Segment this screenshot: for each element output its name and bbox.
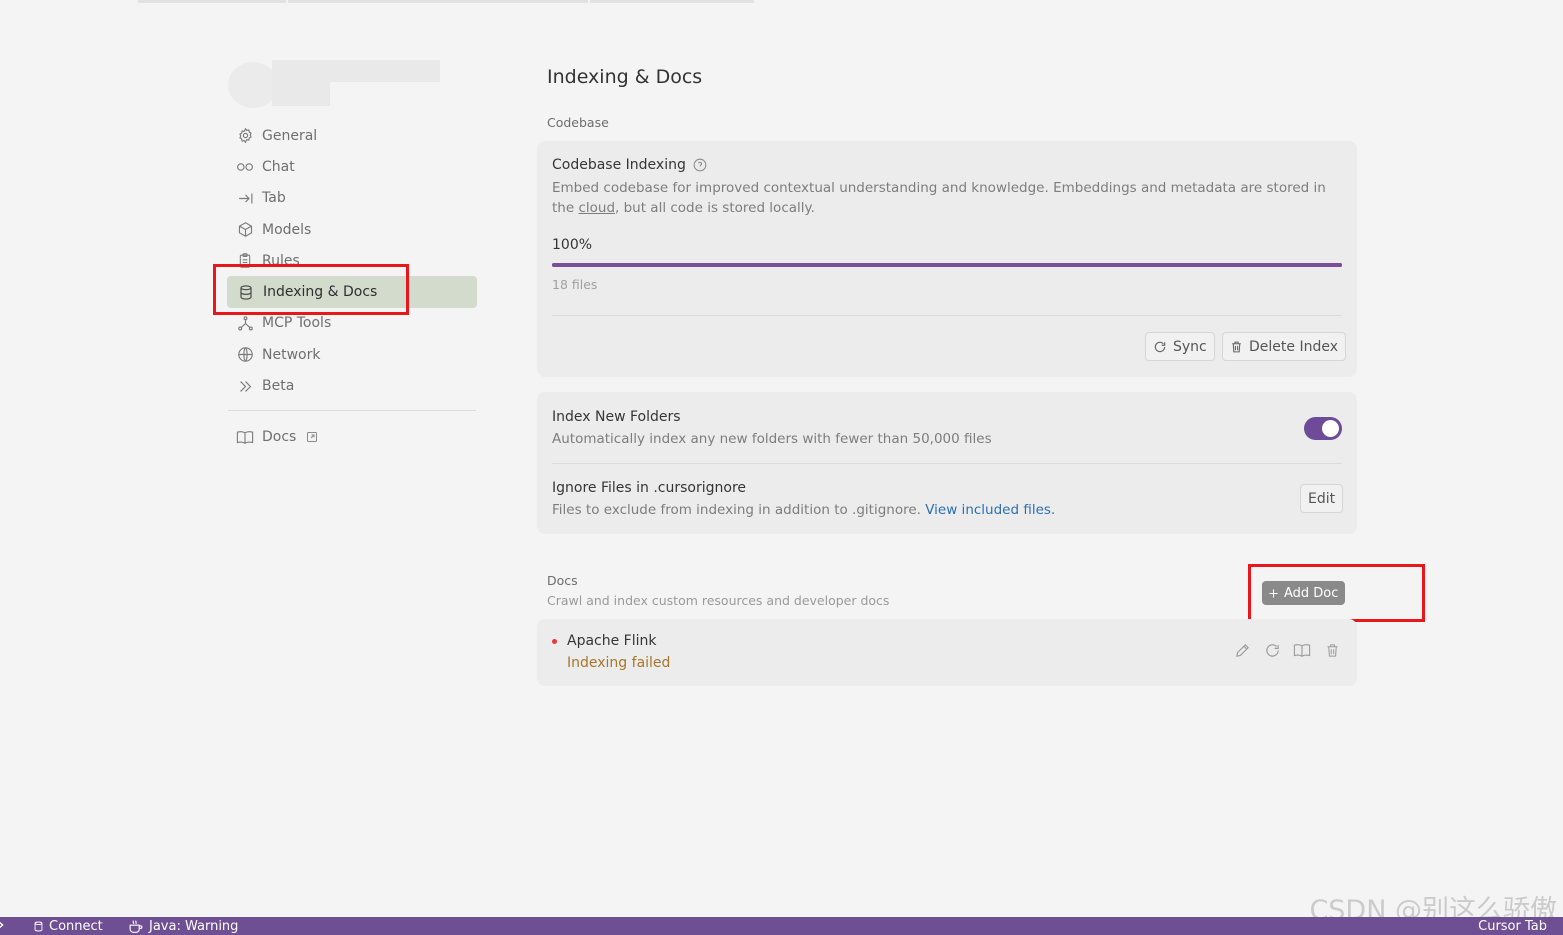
docs-section-description: Crawl and index custom resources and dev… bbox=[547, 593, 890, 608]
edit-button-label: Edit bbox=[1308, 490, 1336, 507]
ignore-files-title: Ignore Files in .cursorignore bbox=[552, 480, 747, 496]
codebase-indexing-description: Embed codebase for improved contextual u… bbox=[552, 178, 1332, 218]
sidebar-item-label: Chat bbox=[262, 158, 295, 175]
gear-icon bbox=[236, 127, 254, 145]
sidebar-item-label: MCP Tools bbox=[262, 315, 332, 332]
trash-icon[interactable] bbox=[1323, 641, 1341, 659]
add-doc-button[interactable]: Add Doc bbox=[1262, 581, 1346, 605]
add-doc-label: Add Doc bbox=[1284, 585, 1339, 601]
sync-button[interactable]: Sync bbox=[1145, 332, 1215, 361]
settings-nav: General Chat Tab Models Rules Indexing &… bbox=[226, 120, 478, 402]
database-icon bbox=[33, 920, 44, 933]
external-link-icon bbox=[306, 431, 318, 443]
cube-icon bbox=[236, 221, 254, 239]
view-included-files-link[interactable]: View included files. bbox=[925, 502, 1055, 518]
sidebar-item-beta[interactable]: Beta bbox=[226, 370, 478, 401]
book-open-icon[interactable] bbox=[1293, 641, 1311, 659]
help-icon[interactable] bbox=[693, 158, 707, 172]
folder-settings-card: Index New Folders Automatically index an… bbox=[537, 392, 1357, 534]
index-new-folders-title: Index New Folders bbox=[552, 409, 681, 425]
account-avatar-blurred bbox=[228, 58, 440, 108]
status-connect-label: Connect bbox=[49, 919, 103, 934]
card-divider bbox=[552, 463, 1342, 464]
sidebar-item-models[interactable]: Models bbox=[226, 214, 478, 245]
delete-index-label: Delete Index bbox=[1249, 338, 1338, 355]
globe-icon bbox=[236, 346, 254, 364]
sidebar-item-label: Models bbox=[262, 221, 312, 238]
sync-button-label: Sync bbox=[1173, 338, 1207, 355]
status-java-label: Java: Warning bbox=[149, 919, 239, 934]
codebase-section-label: Codebase bbox=[547, 115, 609, 130]
remote-icon[interactable] bbox=[0, 919, 6, 931]
indexing-progress-bar bbox=[552, 263, 1342, 267]
toggle-knob bbox=[1322, 420, 1339, 437]
cloud-link[interactable]: cloud bbox=[578, 200, 615, 216]
codebase-indexing-title: Codebase Indexing bbox=[552, 157, 686, 173]
delete-index-button[interactable]: Delete Index bbox=[1222, 332, 1346, 361]
page-title: Indexing & Docs bbox=[547, 66, 703, 88]
infinity-icon bbox=[236, 158, 254, 176]
sidebar-item-label: General bbox=[262, 127, 318, 144]
description-text-end: , but all code is stored locally. bbox=[615, 200, 815, 216]
window-top-strip bbox=[0, 0, 1563, 3]
highlight-box-indexing bbox=[213, 264, 409, 315]
pencil-icon[interactable] bbox=[1233, 641, 1251, 659]
arrow-right-bar-icon bbox=[236, 189, 254, 207]
refresh-icon bbox=[1153, 340, 1167, 354]
sidebar-item-label: Network bbox=[262, 346, 321, 363]
docs-section-label: Docs bbox=[547, 573, 578, 588]
ignore-files-description: Files to exclude from indexing in additi… bbox=[552, 500, 1055, 520]
doc-name: Apache Flink bbox=[567, 633, 657, 649]
index-new-folders-description: Automatically index any new folders with… bbox=[552, 431, 992, 447]
files-count: 18 files bbox=[552, 277, 598, 292]
codebase-indexing-card: Codebase Indexing Embed codebase for imp… bbox=[537, 141, 1357, 377]
sidebar-item-network[interactable]: Network bbox=[226, 339, 478, 370]
doc-actions bbox=[1233, 641, 1341, 659]
sidebar-item-tab[interactable]: Tab bbox=[226, 183, 478, 214]
sidebar-item-chat[interactable]: Chat bbox=[226, 151, 478, 182]
card-divider bbox=[552, 315, 1342, 316]
trash-icon bbox=[1230, 340, 1243, 354]
sidebar-item-label: Docs bbox=[262, 428, 297, 445]
plus-icon bbox=[1268, 588, 1279, 599]
progress-percent: 100% bbox=[552, 237, 593, 253]
doc-item-apache-flink: Apache Flink Indexing failed bbox=[537, 619, 1357, 686]
reindex-icon[interactable] bbox=[1263, 641, 1281, 659]
sidebar-docs-link[interactable]: Docs bbox=[226, 421, 478, 452]
progress-fill bbox=[552, 263, 1342, 267]
book-icon bbox=[236, 428, 254, 446]
status-cursor-tab[interactable]: Cursor Tab bbox=[1478, 919, 1547, 934]
status-connect[interactable]: Connect bbox=[33, 919, 103, 934]
status-java[interactable]: Java: Warning bbox=[128, 919, 238, 934]
sidebar-item-general[interactable]: General bbox=[226, 120, 478, 151]
sidebar-item-label: Beta bbox=[262, 378, 295, 395]
edit-cursorignore-button[interactable]: Edit bbox=[1300, 484, 1344, 513]
status-bar: Connect Java: Warning Cursor Tab bbox=[0, 917, 1563, 935]
status-cursor-tab-label: Cursor Tab bbox=[1478, 919, 1547, 934]
doc-status: Indexing failed bbox=[567, 655, 671, 671]
sidebar-divider bbox=[228, 410, 476, 411]
chevrons-right-icon bbox=[236, 377, 254, 395]
sidebar-item-label: Tab bbox=[262, 190, 286, 207]
nodes-icon bbox=[236, 314, 254, 332]
java-icon bbox=[128, 920, 144, 933]
error-status-dot bbox=[552, 639, 557, 644]
index-new-folders-toggle[interactable] bbox=[1304, 417, 1342, 440]
ignore-files-text: Files to exclude from indexing in additi… bbox=[552, 502, 926, 518]
